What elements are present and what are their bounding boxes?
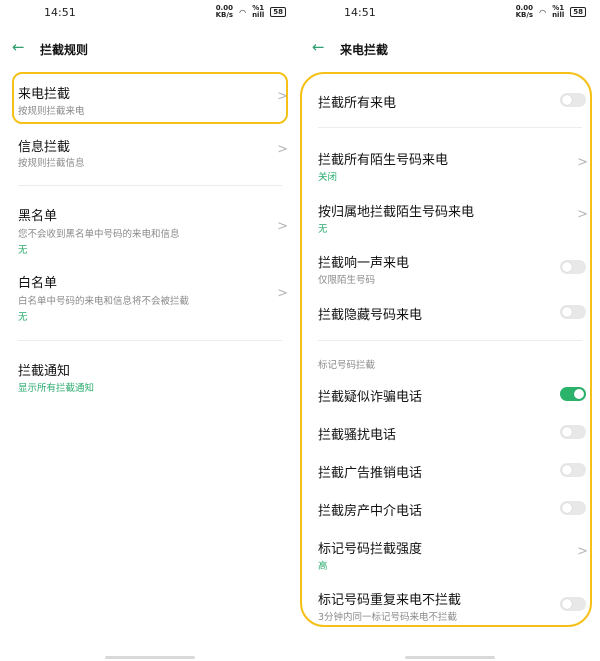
item-title: 黑名单 xyxy=(18,209,58,224)
setting-title: 拦截疑似诈骗电话 xyxy=(318,390,423,405)
setting-title: 拦截骚扰电话 xyxy=(318,428,397,443)
status-time: 14:51 xyxy=(44,6,76,19)
setting-subtitle: 仅限陌生号码 xyxy=(318,275,376,286)
status-icons: 0.00 KB/s ◠ %1 nill 58 xyxy=(516,5,586,19)
chevron-right-icon: > xyxy=(277,219,288,234)
chevron-right-icon: > xyxy=(277,89,288,104)
toggle-switch[interactable] xyxy=(560,93,586,107)
setting-subtitle: 3分钟内同一标记号码来电不拦截 xyxy=(318,612,458,623)
item-subtitle: 白名单中号码的来电和信息将不会被拦截 xyxy=(18,296,190,307)
toggle-switch[interactable] xyxy=(560,463,586,477)
toggle-switch[interactable] xyxy=(560,425,586,439)
item-status: 无 xyxy=(18,312,28,323)
toggle-switch[interactable] xyxy=(560,260,586,274)
divider xyxy=(318,340,582,341)
setting-status: 关闭 xyxy=(318,172,338,183)
item-title: 白名单 xyxy=(18,276,58,291)
signal-icon: %1 nill xyxy=(552,4,565,19)
signal-icon: %1 nill xyxy=(252,4,265,19)
battery-icon: 58 xyxy=(570,7,586,17)
chevron-right-icon: > xyxy=(577,155,588,170)
setting-title: 标记号码拦截强度 xyxy=(318,542,423,557)
wifi-icon: ◠ xyxy=(539,7,547,17)
status-time: 14:51 xyxy=(344,6,376,19)
setting-block-hidden-number[interactable]: 拦截隐藏号码来电 xyxy=(300,298,600,328)
setting-block-one-ring[interactable]: 拦截响一声来电 仅限陌生号码 xyxy=(300,246,600,288)
page-title: 来电拦截 xyxy=(340,43,389,57)
divider xyxy=(18,185,282,186)
item-subtitle: 您不会收到黑名单中号码的来电和信息 xyxy=(18,229,180,240)
setting-block-harassment[interactable]: 拦截骚扰电话 xyxy=(300,419,600,447)
section-label-marked-numbers: 标记号码拦截 xyxy=(318,360,376,371)
network-speed-icon: 0.00 KB/s xyxy=(515,4,534,19)
item-subtitle: 按规则拦截来电 xyxy=(18,106,85,117)
item-title: 信息拦截 xyxy=(18,140,71,155)
toggle-switch[interactable] xyxy=(560,501,586,515)
setting-block-real-estate[interactable]: 拦截房产中介电话 xyxy=(300,495,600,523)
menu-item-blacklist[interactable]: 黑名单 您不会收到黑名单中号码的来电和信息 无 > xyxy=(0,197,300,259)
title-bar: ← 拦截规则 xyxy=(0,36,300,60)
wifi-icon: ◠ xyxy=(239,7,247,17)
menu-item-block-notification[interactable]: 拦截通知 显示所有拦截通知 xyxy=(0,352,300,400)
item-status: 无 xyxy=(18,245,28,256)
setting-block-by-region[interactable]: 按归属地拦截陌生号码来电 无 > xyxy=(300,195,600,237)
home-indicator xyxy=(105,656,195,659)
divider xyxy=(18,340,282,341)
chevron-right-icon: > xyxy=(277,286,288,301)
setting-title: 拦截响一声来电 xyxy=(318,256,410,271)
status-bar: 14:51 0.00 KB/s ◠ %1 nill 58 xyxy=(0,0,300,26)
left-screen: 14:51 0.00 KB/s ◠ %1 nill 58 ← 拦截规则 来电拦截 按… xyxy=(0,0,300,661)
setting-status: 无 xyxy=(318,224,328,235)
setting-title: 按归属地拦截陌生号码来电 xyxy=(318,205,475,220)
item-status: 显示所有拦截通知 xyxy=(18,383,95,394)
divider xyxy=(318,127,582,128)
chevron-right-icon: > xyxy=(577,544,588,559)
toggle-switch[interactable] xyxy=(560,597,586,611)
toggle-switch[interactable] xyxy=(560,305,586,319)
home-indicator xyxy=(405,656,495,659)
status-icons: 0.00 KB/s ◠ %1 nill 58 xyxy=(216,5,286,19)
network-speed-icon: 0.00 KB/s xyxy=(215,4,234,19)
setting-block-advertising[interactable]: 拦截广告推销电话 xyxy=(300,457,600,485)
right-screen: 14:51 0.00 KB/s ◠ %1 nill 58 ← 来电拦截 拦截所有来电… xyxy=(300,0,600,661)
menu-item-call-blocking[interactable]: 来电拦截 按规则拦截来电 > xyxy=(0,72,300,124)
setting-title: 拦截所有陌生号码来电 xyxy=(318,153,449,168)
item-subtitle: 按规则拦截信息 xyxy=(18,158,85,169)
page-title: 拦截规则 xyxy=(40,43,89,57)
setting-block-unknown-calls[interactable]: 拦截所有陌生号码来电 关闭 > xyxy=(300,143,600,185)
item-title: 来电拦截 xyxy=(18,87,71,102)
battery-icon: 58 xyxy=(270,7,286,17)
back-arrow-icon[interactable]: ← xyxy=(12,38,25,56)
status-bar: 14:51 0.00 KB/s ◠ %1 nill 58 xyxy=(300,0,600,26)
setting-block-all-calls[interactable]: 拦截所有来电 xyxy=(300,84,600,116)
menu-item-message-blocking[interactable]: 信息拦截 按规则拦截信息 > xyxy=(0,128,300,178)
chevron-right-icon: > xyxy=(577,207,588,222)
setting-block-strength[interactable]: 标记号码拦截强度 高 > xyxy=(300,532,600,574)
setting-title: 拦截隐藏号码来电 xyxy=(318,308,423,323)
setting-title: 拦截房产中介电话 xyxy=(318,504,423,519)
setting-title: 标记号码重复来电不拦截 xyxy=(318,593,462,608)
back-arrow-icon[interactable]: ← xyxy=(312,38,325,56)
title-bar: ← 来电拦截 xyxy=(300,36,600,60)
setting-block-fraud[interactable]: 拦截疑似诈骗电话 xyxy=(300,381,600,409)
chevron-right-icon: > xyxy=(277,142,288,157)
item-title: 拦截通知 xyxy=(18,364,71,379)
setting-status: 高 xyxy=(318,561,328,572)
setting-title: 拦截广告推销电话 xyxy=(318,466,423,481)
toggle-switch[interactable] xyxy=(560,387,586,401)
setting-allow-repeat-calls[interactable]: 标记号码重复来电不拦截 3分钟内同一标记号码来电不拦截 xyxy=(300,583,600,625)
setting-title: 拦截所有来电 xyxy=(318,96,397,111)
menu-item-whitelist[interactable]: 白名单 白名单中号码的来电和信息将不会被拦截 无 > xyxy=(0,264,300,326)
